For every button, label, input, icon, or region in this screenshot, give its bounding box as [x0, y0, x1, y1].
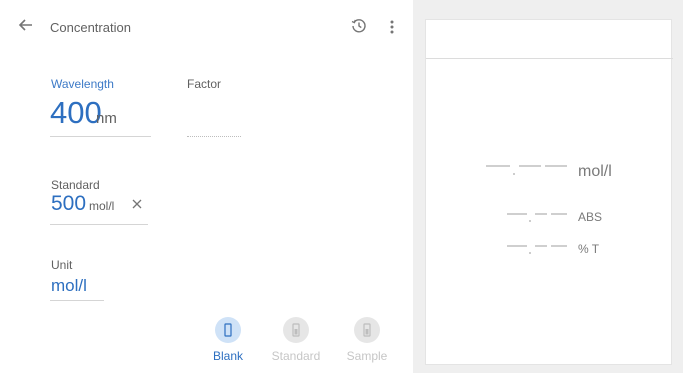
factor-label: Factor: [187, 77, 222, 91]
wavelength-label: Wavelength: [51, 77, 114, 91]
blank-label: Blank: [212, 349, 244, 363]
abs-unit: ABS: [578, 210, 603, 224]
wavelength-underline: [50, 136, 151, 137]
standard-underline: [50, 224, 148, 225]
factor-input[interactable]: [187, 136, 241, 137]
card-divider: [426, 58, 673, 59]
wavelength-value[interactable]: 400: [50, 95, 102, 131]
transmittance-unit: % T: [578, 242, 600, 256]
concentration-unit: mol/l: [578, 163, 612, 180]
close-icon[interactable]: [131, 197, 145, 211]
standard-mode-button[interactable]: Standard: [266, 317, 326, 373]
more-vert-icon[interactable]: [384, 17, 400, 37]
page-title: Concentration: [50, 20, 131, 35]
unit-value[interactable]: mol/l: [51, 276, 87, 296]
left-panel: Concentration Wavelength 400 nm Factor S…: [0, 0, 413, 373]
standard-unit: mol/l: [89, 199, 115, 213]
results-card: mol/l ABS % T: [425, 19, 673, 365]
standard-label: Standard: [51, 178, 100, 192]
app-bar: Concentration: [0, 0, 413, 56]
standard-value[interactable]: 500: [51, 192, 86, 216]
cuvette-icon: [354, 317, 380, 343]
arrow-left-icon[interactable]: [18, 17, 38, 37]
history-icon[interactable]: [350, 17, 370, 37]
blank-button[interactable]: Blank: [198, 317, 258, 373]
sample-button[interactable]: Sample: [337, 317, 397, 373]
cuvette-icon: [283, 317, 309, 343]
wavelength-unit: nm: [96, 110, 117, 127]
cuvette-icon: [215, 317, 241, 343]
results-panel: mol/l ABS % T: [413, 0, 683, 373]
sample-label: Sample: [346, 349, 388, 363]
unit-underline: [50, 300, 104, 301]
unit-label: Unit: [51, 258, 73, 272]
standard-mode-label: Standard: [271, 349, 321, 363]
